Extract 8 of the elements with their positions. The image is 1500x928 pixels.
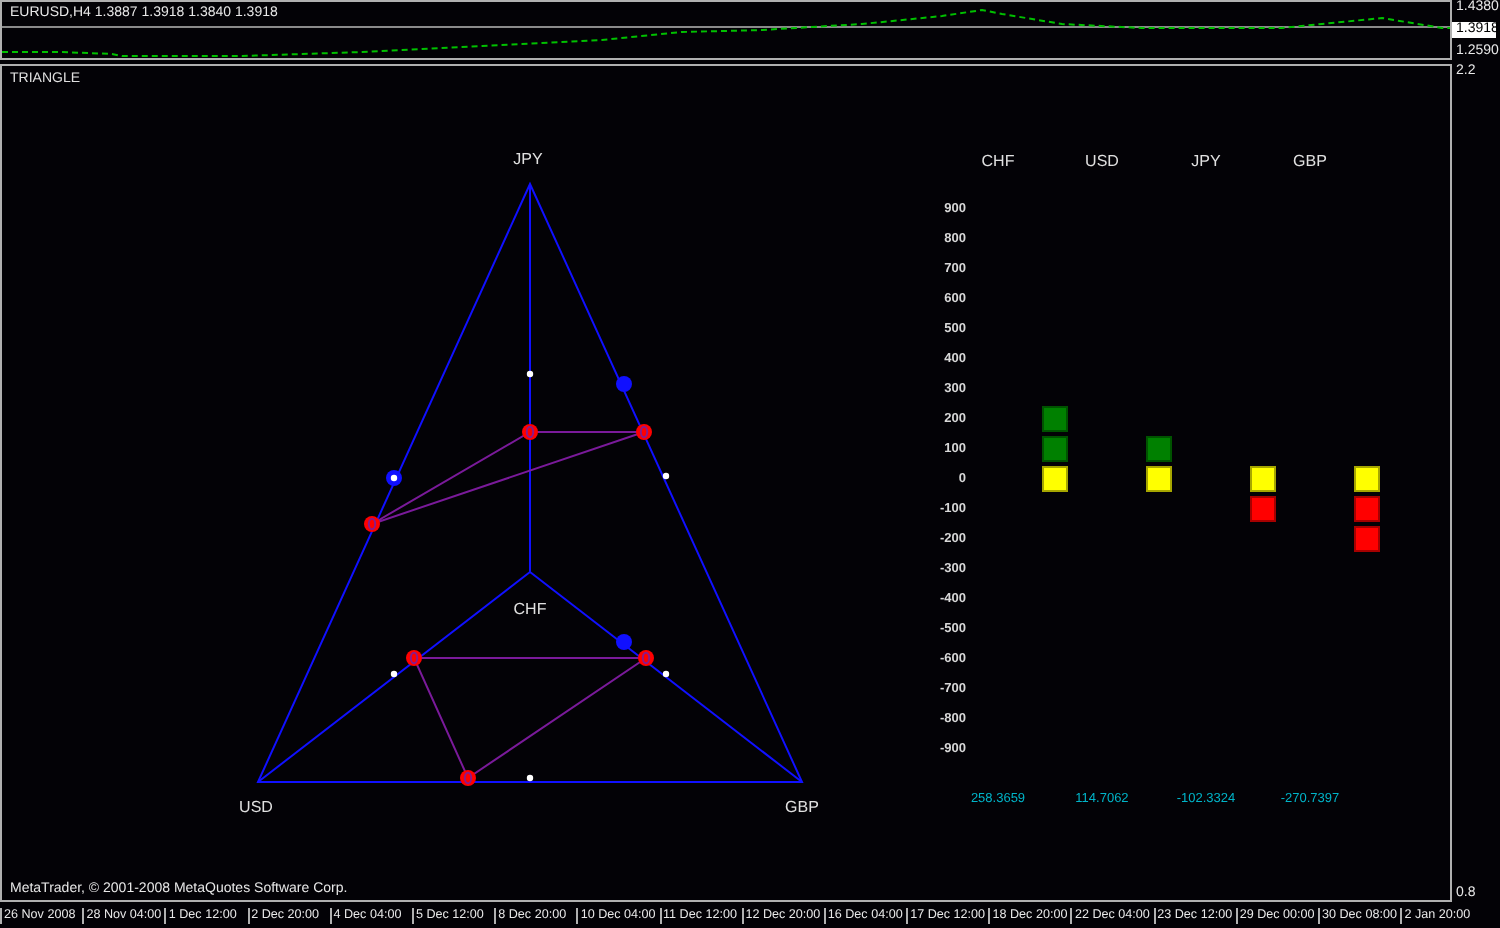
currency-header: GBP — [1291, 150, 1329, 174]
currency-header: CHF — [979, 150, 1017, 174]
vertex-label: GBP — [785, 798, 819, 816]
center-label: CHF — [513, 600, 547, 618]
vertex-label: USD — [239, 798, 273, 816]
currency-header: USD — [1083, 150, 1121, 174]
vertex-label: JPY — [513, 150, 543, 168]
currency-header: JPY — [1189, 150, 1223, 174]
